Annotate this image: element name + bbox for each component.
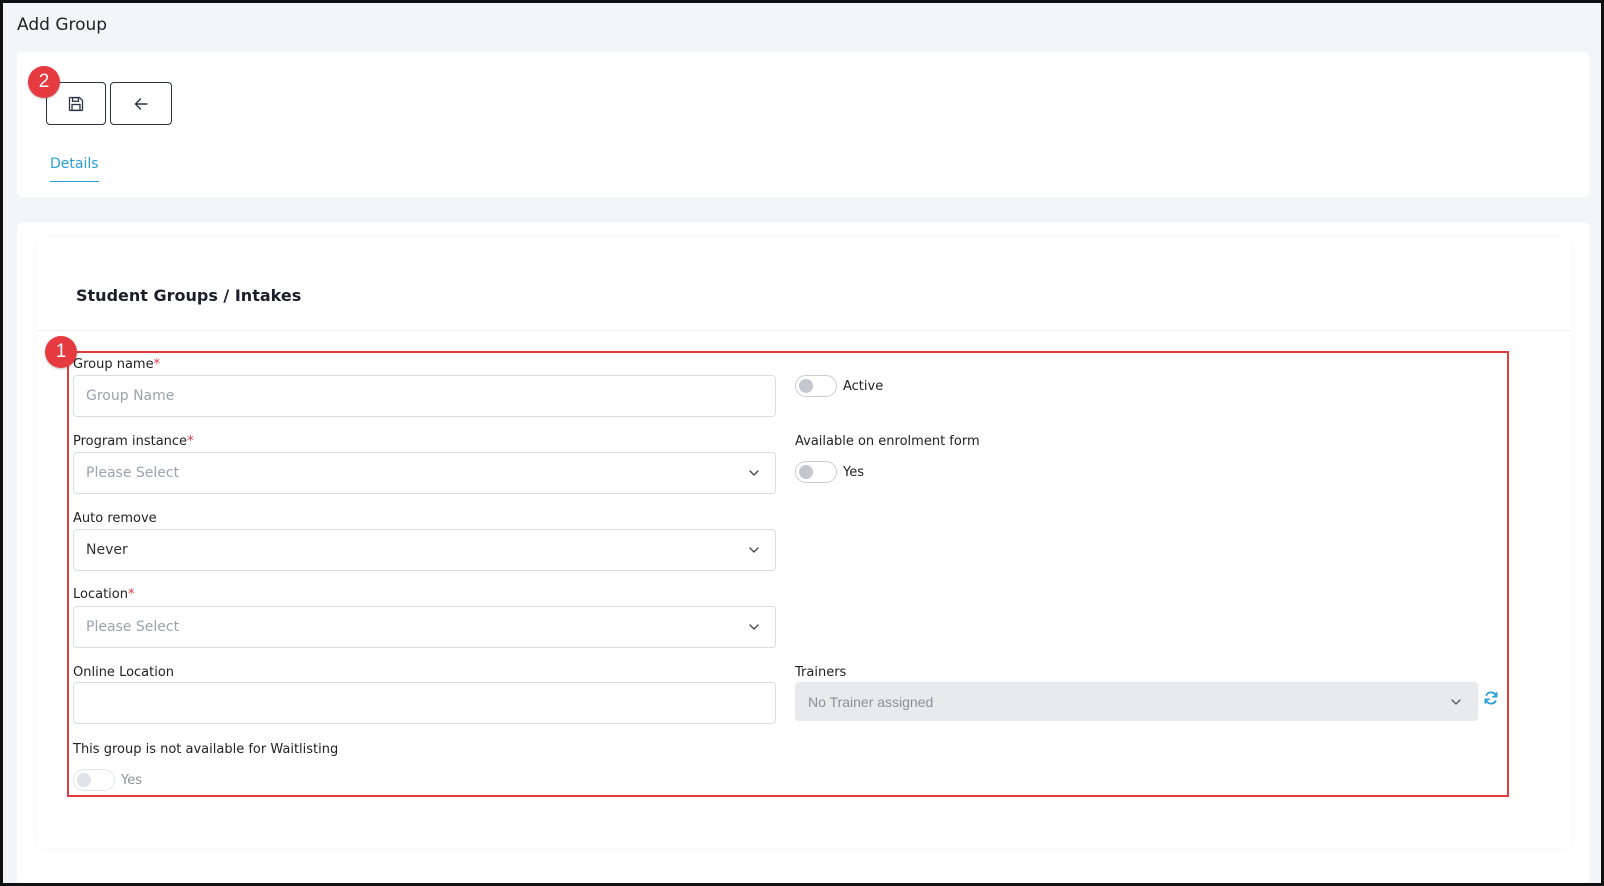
program-instance-placeholder: Please Select	[86, 465, 180, 481]
app-frame: Add Group 2 Details Student Groups / Int…	[0, 0, 1604, 886]
location-placeholder: Please Select	[86, 619, 180, 635]
arrow-left-icon	[134, 97, 148, 110]
program-instance-label: Program instance*	[73, 434, 194, 449]
auto-remove-value: Never	[86, 542, 128, 558]
refresh-icon[interactable]	[1483, 690, 1499, 706]
chevron-down-icon	[1451, 699, 1461, 705]
form-highlight-box	[67, 351, 1509, 797]
enrolment-label: Available on enrolment form	[795, 434, 980, 449]
step-badge-2: 2	[28, 66, 60, 98]
group-name-label: Group name*	[73, 357, 161, 372]
section-title: Student Groups / Intakes	[76, 286, 302, 305]
active-toggle[interactable]	[795, 375, 837, 397]
required-marker: *	[153, 357, 161, 372]
group-name-field[interactable]: Group Name	[73, 375, 776, 417]
main-card: Student Groups / Intakes 1 Group name* G…	[17, 222, 1589, 883]
auto-remove-label: Auto remove	[73, 511, 157, 526]
toolbar-card: 2 Details	[17, 52, 1589, 197]
enrolment-toggle-label: Yes	[843, 465, 864, 480]
location-select[interactable]: Please Select	[73, 606, 776, 648]
back-button[interactable]	[110, 82, 172, 125]
chevron-down-icon	[749, 547, 759, 553]
page-title: Add Group	[17, 15, 108, 35]
divider	[36, 330, 1572, 331]
trainers-label: Trainers	[795, 665, 847, 680]
toggle-knob	[799, 465, 813, 479]
chevron-down-icon	[749, 470, 759, 476]
auto-remove-select[interactable]: Never	[73, 529, 776, 571]
trainers-select[interactable]: No Trainer assigned	[795, 682, 1478, 721]
online-location-label: Online Location	[73, 665, 175, 680]
toggle-knob	[799, 379, 813, 393]
required-marker: *	[127, 587, 135, 602]
save-icon	[68, 96, 84, 111]
enrolment-toggle[interactable]	[795, 461, 837, 483]
group-name-placeholder: Group Name	[86, 388, 175, 404]
active-toggle-label: Active	[843, 379, 884, 394]
waitlisting-toggle[interactable]	[73, 769, 115, 791]
required-marker: *	[187, 434, 194, 449]
online-location-field[interactable]	[73, 682, 776, 724]
tab-details[interactable]: Details	[50, 156, 99, 182]
toggle-knob	[77, 773, 91, 787]
waitlisting-label: This group is not available for Waitlist…	[73, 742, 339, 757]
waitlisting-toggle-label: Yes	[121, 773, 142, 788]
chevron-down-icon	[749, 624, 759, 630]
program-instance-select[interactable]: Please Select	[73, 452, 776, 494]
location-label: Location*	[73, 587, 135, 602]
trainers-placeholder: No Trainer assigned	[808, 693, 934, 710]
